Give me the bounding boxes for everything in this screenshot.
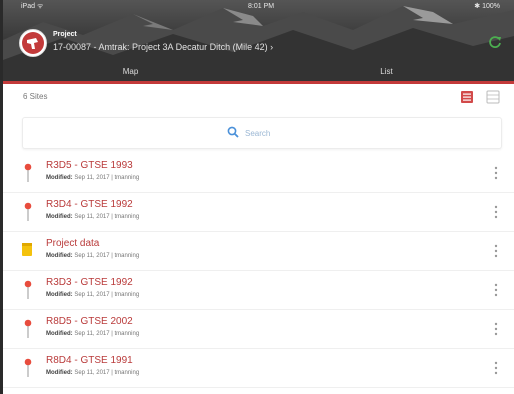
status-carrier: iPad ᯤ	[21, 3, 44, 10]
tab-list[interactable]: List	[259, 62, 514, 82]
modified-value: Sep 11, 2017 | tmanning	[74, 253, 140, 259]
site-title[interactable]: R3D4 - GTSE 1992	[46, 199, 133, 210]
modified-label: Modified:	[46, 253, 73, 259]
tab-map[interactable]: Map	[3, 62, 258, 82]
list-item[interactable]: R3D3 - GTSE 1992 Modified: Sep 11, 2017 …	[3, 270, 514, 310]
logo-icon	[22, 32, 44, 54]
pin-icon	[24, 319, 32, 338]
grid-view-icon[interactable]	[486, 90, 500, 104]
modified-value: Sep 11, 2017 | tmanning	[74, 331, 140, 337]
sites-count: 6 Sites	[23, 92, 48, 101]
site-modified: Modified: Sep 11, 2017 | tmanning	[46, 370, 139, 376]
search-input[interactable]	[243, 124, 447, 142]
project-label: Project	[53, 31, 77, 38]
more-vertical-icon[interactable]	[493, 283, 499, 297]
modified-value: Sep 11, 2017 | tmanning	[74, 214, 140, 220]
status-battery: ✱ 100%	[474, 3, 500, 10]
project-name-link[interactable]: 17-00087 - Amtrak: Project 3A Decatur Di…	[53, 42, 273, 52]
project-header: iPad ᯤ 8:01 PM ✱ 100% Project 17-00087 -…	[3, 0, 514, 84]
site-title[interactable]: R8D4 - GTSE 1991	[46, 355, 133, 366]
more-vertical-icon[interactable]	[493, 361, 499, 375]
site-title[interactable]: R3D5 - GTSE 1993	[46, 160, 133, 171]
list-item[interactable]: R8D5 - GTSE 2002 Modified: Sep 11, 2017 …	[3, 309, 514, 349]
site-modified: Modified: Sep 11, 2017 | tmanning	[46, 175, 139, 181]
list-item[interactable]: R3D4 - GTSE 1992 Modified: Sep 11, 2017 …	[3, 192, 514, 232]
list-toolbar: 6 Sites	[3, 86, 514, 108]
site-modified: Modified: Sep 11, 2017 | tmanning	[46, 214, 139, 220]
more-vertical-icon[interactable]	[493, 166, 499, 180]
site-title[interactable]: R3D3 - GTSE 1992	[46, 277, 133, 288]
modified-label: Modified:	[46, 214, 73, 220]
project-logo[interactable]	[19, 29, 47, 57]
site-modified: Modified: Sep 11, 2017 | tmanning	[46, 331, 139, 337]
modified-value: Sep 11, 2017 | tmanning	[74, 292, 140, 298]
more-vertical-icon[interactable]	[493, 244, 499, 258]
pin-icon	[24, 202, 32, 221]
modified-value: Sep 11, 2017 | tmanning	[74, 175, 140, 181]
pin-icon	[24, 280, 32, 299]
tab-indicator	[3, 81, 514, 84]
search-box[interactable]	[22, 117, 502, 149]
modified-label: Modified:	[46, 370, 73, 376]
list-item[interactable]: R3D5 - GTSE 1993 Modified: Sep 11, 2017 …	[3, 153, 514, 193]
refresh-icon[interactable]	[488, 35, 502, 49]
modified-value: Sep 11, 2017 | tmanning	[74, 370, 140, 376]
folder-icon	[22, 243, 32, 256]
list-view-icon[interactable]	[460, 90, 474, 104]
site-modified: Modified: Sep 11, 2017 | tmanning	[46, 292, 139, 298]
modified-label: Modified:	[46, 292, 73, 298]
site-modified: Modified: Sep 11, 2017 | tmanning	[46, 253, 139, 259]
search-icon	[227, 126, 239, 138]
app-screen: iPad ᯤ 8:01 PM ✱ 100% Project 17-00087 -…	[0, 0, 514, 394]
status-time: 8:01 PM	[248, 3, 275, 10]
more-vertical-icon[interactable]	[493, 322, 499, 336]
site-title[interactable]: R8D5 - GTSE 2002	[46, 316, 133, 327]
modified-label: Modified:	[46, 175, 73, 181]
site-title[interactable]: Project data	[46, 238, 99, 249]
pin-icon	[24, 358, 32, 377]
list-item[interactable]: Project data Modified: Sep 11, 2017 | tm…	[3, 231, 514, 271]
more-vertical-icon[interactable]	[493, 205, 499, 219]
list-item[interactable]: R8D4 - GTSE 1991 Modified: Sep 11, 2017 …	[3, 348, 514, 388]
pin-icon	[24, 163, 32, 182]
status-bar: iPad ᯤ 8:01 PM ✱ 100%	[3, 0, 514, 14]
modified-label: Modified:	[46, 331, 73, 337]
